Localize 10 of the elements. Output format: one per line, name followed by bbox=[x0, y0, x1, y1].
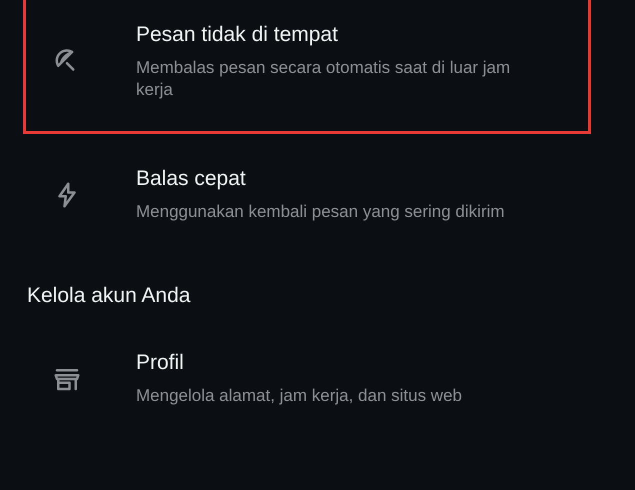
item-description: Membalas pesan secara otomatis saat di luar jam kerja bbox=[136, 57, 512, 101]
item-title: Balas cepat bbox=[136, 167, 247, 191]
item-description: Mengelola alamat, jam kerja, dan situs web bbox=[136, 385, 462, 407]
menu-item[interactable]: Profil Mengelola alamat, jam kerja, dan situs web bbox=[23, 318, 591, 442]
highlighted-menu-item[interactable]: Pesan tidak di tempat Membalas pesan secara otomatis saat di luar jam kerja bbox=[23, 0, 591, 134]
item-title: Pesan tidak di tempat bbox=[136, 23, 339, 47]
section-header: Kelola akun Anda bbox=[26, 283, 192, 309]
item-description: Menggunakan kembali pesan yang sering dikirim bbox=[136, 201, 505, 223]
item-title: Profil bbox=[136, 351, 185, 375]
menu-item[interactable]: Balas cepat Menggunakan kembali pesan yang sering dikirim bbox=[23, 134, 591, 258]
